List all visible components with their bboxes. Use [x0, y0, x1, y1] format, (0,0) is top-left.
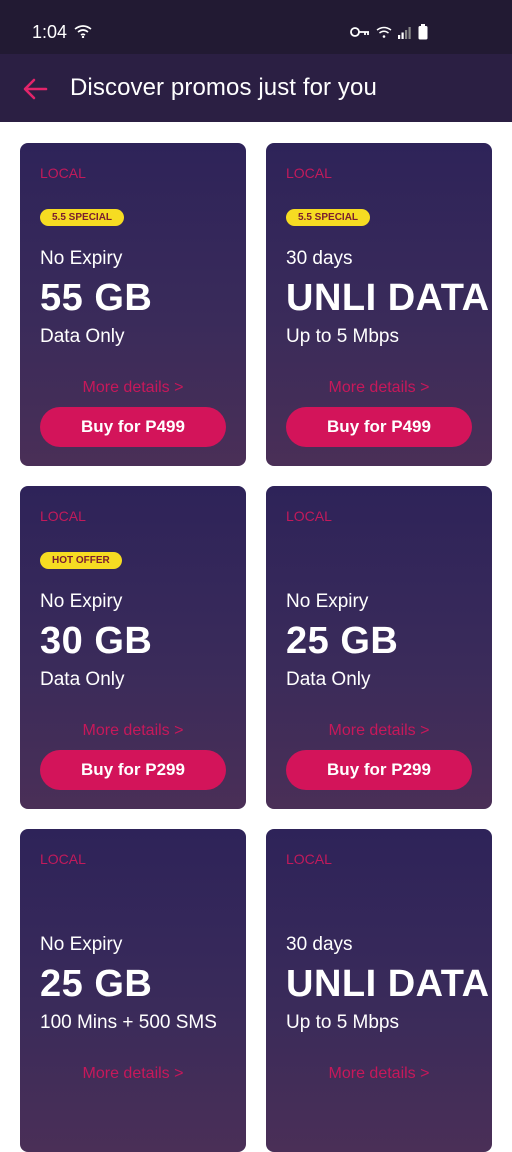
key-icon [350, 27, 369, 37]
promo-grid: LOCAL 5.5 SPECIAL No Expiry 55 GB Data O… [0, 122, 512, 1152]
promo-card[interactable]: LOCAL No Expiry 25 GB 100 Mins + 500 SMS… [20, 829, 246, 1152]
promo-amount: UNLI DATA [286, 963, 490, 1005]
promo-validity: No Expiry [40, 248, 123, 269]
promo-region: LOCAL [40, 851, 86, 867]
promo-card[interactable]: LOCAL 5.5 SPECIAL 30 days UNLI DATA Up t… [266, 143, 492, 466]
promo-description: Data Only [286, 669, 371, 690]
app-bar: Discover promos just for you [0, 54, 512, 122]
promo-validity: No Expiry [286, 591, 369, 612]
more-details-link[interactable]: More details > [20, 722, 246, 740]
promo-badge: 5.5 SPECIAL [40, 209, 125, 226]
more-details-link[interactable]: More details > [266, 722, 492, 740]
more-details-link[interactable]: More details > [20, 379, 246, 397]
promo-region: LOCAL [286, 508, 332, 524]
promo-validity: No Expiry [40, 591, 123, 612]
promo-validity: 30 days [286, 248, 353, 269]
page-title: Discover promos just for you [70, 74, 377, 101]
promo-amount: 55 GB [40, 277, 153, 319]
promo-region: LOCAL [40, 165, 86, 181]
promo-badge: 5.5 SPECIAL [286, 209, 371, 226]
promo-amount: 30 GB [40, 620, 153, 662]
promo-card[interactable]: LOCAL 5.5 SPECIAL No Expiry 55 GB Data O… [20, 143, 246, 466]
promo-region: LOCAL [286, 851, 332, 867]
promo-amount: UNLI DATA [286, 277, 490, 319]
buy-button[interactable]: Buy for P299 [40, 750, 226, 790]
promo-card[interactable]: LOCAL 30 days UNLI DATA Up to 5 Mbps Mor… [266, 829, 492, 1152]
more-details-link[interactable]: More details > [266, 379, 492, 397]
wifi-icon [74, 25, 92, 38]
promo-description: Data Only [40, 669, 125, 690]
buy-button[interactable]: Buy for P499 [40, 407, 226, 447]
promo-card[interactable]: LOCAL HOT OFFER No Expiry 30 GB Data Onl… [20, 486, 246, 809]
promo-amount: 25 GB [286, 620, 399, 662]
promo-region: LOCAL [286, 165, 332, 181]
promo-region: LOCAL [40, 508, 86, 524]
promo-card[interactable]: LOCAL No Expiry 25 GB Data Only More det… [266, 486, 492, 809]
promo-amount: 25 GB [40, 963, 153, 1005]
status-time: 1:04 [32, 22, 68, 42]
promo-description: Up to 5 Mbps [286, 1012, 399, 1033]
back-arrow-icon[interactable] [22, 76, 48, 102]
promo-description: Data Only [40, 326, 125, 347]
status-icons [350, 24, 428, 40]
buy-button[interactable]: Buy for P299 [286, 750, 472, 790]
battery-icon [418, 24, 428, 40]
cell-signal-icon [398, 26, 411, 39]
promo-validity: 30 days [286, 934, 353, 955]
promo-badge: HOT OFFER [40, 552, 122, 569]
buy-button[interactable]: Buy for P499 [286, 407, 472, 447]
promo-validity: No Expiry [40, 934, 123, 955]
promo-description: 100 Mins + 500 SMS [40, 1012, 217, 1033]
status-bar: 1:04 [0, 0, 512, 54]
wifi-signal-icon [376, 26, 392, 38]
more-details-link[interactable]: More details > [266, 1065, 492, 1083]
more-details-link[interactable]: More details > [20, 1065, 246, 1083]
promo-description: Up to 5 Mbps [286, 326, 399, 347]
